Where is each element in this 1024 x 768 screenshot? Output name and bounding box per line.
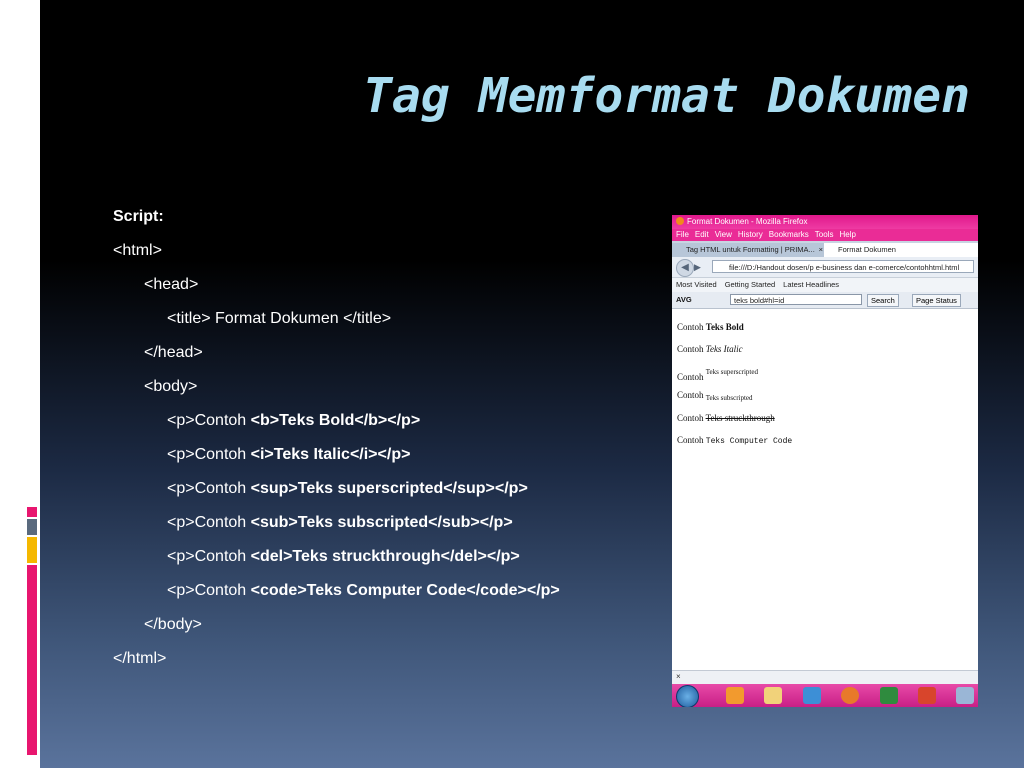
slide: Tag Memformat Dokumen Script: <html> <head… [0, 0, 1024, 768]
code-line: </html> [113, 650, 167, 667]
example-strikethrough: Contoh Teks struckthrough [677, 413, 775, 423]
tab-formatting[interactable]: Tag HTML untuk Formatting | PRIMA... × [672, 243, 826, 257]
navigation-bar: ◀ ▶ file:///D:/Handout dosen/p e-busines… [672, 257, 978, 278]
code-line: </head> [144, 344, 203, 361]
code-line: <p>Contoh <del>Teks struckthrough</del><… [167, 548, 520, 565]
firefox-icon[interactable] [841, 687, 859, 704]
menu-file[interactable]: File [676, 230, 689, 239]
code-line: Script: [113, 208, 164, 225]
avg-toolbar: AVG teks bold#hl=id Search Page Status [672, 292, 978, 309]
tab-label: Format Dokumen [838, 245, 896, 254]
example-bold: Contoh Teks Bold [677, 322, 744, 332]
deco-bar-pink-small [27, 507, 37, 517]
code-line: <p>Contoh <i>Teks Italic</i></p> [167, 446, 411, 463]
folder-icon[interactable] [764, 687, 782, 704]
page-content: Contoh Teks Bold Contoh Teks Italic Cont… [672, 312, 978, 670]
bookmark-latest-headlines[interactable]: Latest Headlines [783, 280, 839, 289]
menu-edit[interactable]: Edit [695, 230, 709, 239]
close-icon[interactable]: × [676, 672, 681, 681]
menu-bookmarks[interactable]: Bookmarks [769, 230, 809, 239]
menu-view[interactable]: View [715, 230, 732, 239]
code-listing: Script: <html> <head> <title> Format Dokume… [113, 204, 653, 680]
browser-title-bar: Format Dokumen - Mozilla Firefox [672, 215, 978, 229]
deco-bar-gray [27, 519, 37, 535]
code-line: <p>Contoh <sup>Teks superscripted</sup><… [167, 480, 528, 497]
bookmarks-toolbar: Most Visited Getting Started Latest Headli… [672, 278, 978, 292]
code-line: <html> [113, 242, 162, 259]
excel-icon[interactable] [880, 687, 898, 704]
media-player-icon[interactable] [726, 687, 744, 704]
page-status-button[interactable]: Page Status [912, 294, 961, 307]
start-button-icon[interactable] [676, 685, 699, 707]
back-arrow-icon[interactable]: ◀ [676, 259, 694, 277]
code-line: <p>Contoh <code>Teks Computer Code</code… [167, 582, 560, 599]
avg-search-input[interactable]: teks bold#hl=id [730, 294, 862, 305]
find-bar: × [672, 670, 978, 684]
window-title: Format Dokumen - Mozilla Firefox [687, 217, 808, 226]
deco-bar-yellow [27, 537, 37, 563]
bookmark-getting-started[interactable]: Getting Started [725, 280, 775, 289]
deco-bar-pink-tall [27, 565, 37, 755]
example-subscript: Contoh Teks subscripted [677, 390, 753, 402]
windows-taskbar [672, 684, 978, 707]
app-icon[interactable] [956, 687, 974, 704]
bookmark-most-visited[interactable]: Most Visited [676, 280, 717, 289]
slide-title: Tag Memformat Dokumen [363, 68, 970, 124]
code-line: <title> Format Dokumen </title> [167, 310, 392, 327]
code-line: <p>Contoh <sub>Teks subscripted</sub></p… [167, 514, 513, 531]
code-line: </body> [144, 616, 202, 633]
tab-format-dokumen[interactable]: Format Dokumen × [824, 243, 978, 257]
example-italic: Contoh Teks Italic [677, 344, 743, 354]
tab-strip: Tag HTML untuk Formatting | PRIMA... × F… [672, 241, 978, 257]
avg-logo[interactable]: AVG [676, 292, 692, 308]
menu-help[interactable]: Help [839, 230, 855, 239]
avg-search-button[interactable]: Search [867, 294, 899, 307]
example-superscript: Contoh Teks superscripted [677, 368, 758, 382]
code-line: <body> [144, 378, 198, 395]
menu-tools[interactable]: Tools [815, 230, 834, 239]
firefox-icon [676, 217, 684, 225]
example-code: Contoh Teks Computer Code [677, 435, 793, 446]
code-line: <p>Contoh <b>Teks Bold</b></p> [167, 412, 421, 429]
browser-screenshot: Format Dokumen - Mozilla Firefox File Edi… [672, 215, 978, 707]
forward-arrow-icon[interactable]: ▶ [694, 261, 706, 273]
code-line: <head> [144, 276, 199, 293]
powerpoint-icon[interactable] [918, 687, 936, 704]
internet-explorer-icon[interactable] [803, 687, 821, 704]
menu-history[interactable]: History [738, 230, 763, 239]
tab-close-icon[interactable]: × [819, 243, 823, 256]
tab-label: Tag HTML untuk Formatting | PRIMA... [686, 245, 815, 254]
url-input[interactable]: file:///D:/Handout dosen/p e-business da… [712, 260, 974, 273]
menu-bar: File Edit View History Bookmarks Tools Help [672, 229, 978, 241]
